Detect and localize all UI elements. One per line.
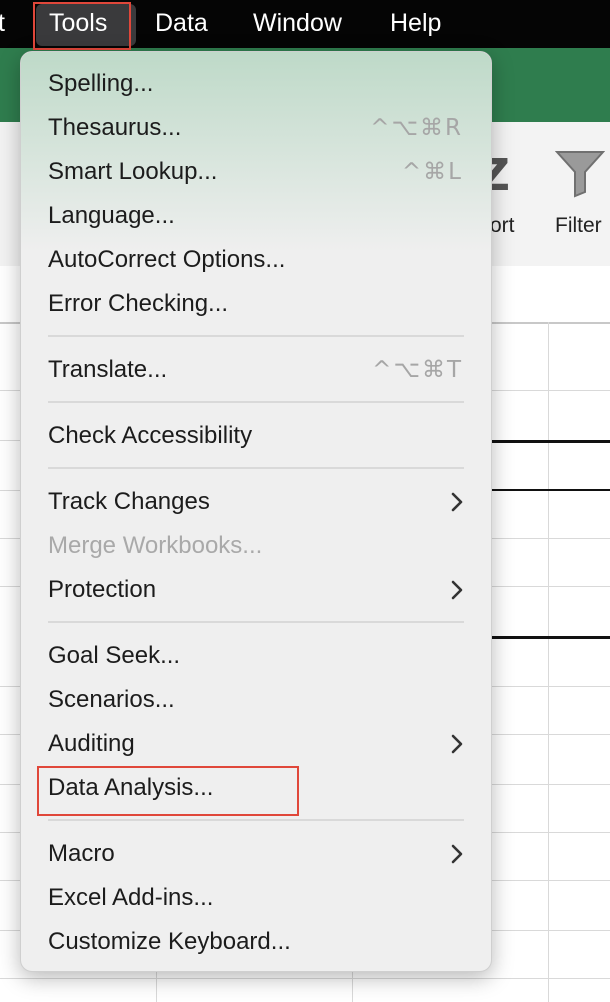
grid-line <box>548 322 549 1002</box>
shortcut-label: ^⌘L <box>401 159 463 185</box>
menu-item-excel-add-ins[interactable]: Excel Add-ins... <box>21 876 491 920</box>
menu-item-label: Scenarios... <box>48 686 175 713</box>
menu-item-merge-workbooks: Merge Workbooks... <box>21 524 491 568</box>
menu-item-label: Check Accessibility <box>48 422 253 449</box>
grid-line <box>0 978 610 979</box>
menu-item-thesaurus[interactable]: Thesaurus... ^⌥⌘R <box>21 106 491 150</box>
data-analysis-highlight-box <box>37 766 299 816</box>
menu-separator <box>48 621 464 623</box>
chevron-right-icon <box>451 580 463 600</box>
menu-item-auditing[interactable]: Auditing <box>21 722 491 766</box>
shortcut-label: ^⌥⌘T <box>372 357 463 383</box>
menu-separator <box>48 819 464 821</box>
menu-separator <box>48 467 464 469</box>
menu-separator <box>48 335 464 337</box>
menu-item-scenarios[interactable]: Scenarios... <box>21 678 491 722</box>
menu-item-label: Translate... <box>48 356 168 383</box>
menu-item-label: Thesaurus... <box>48 114 182 141</box>
menu-item-label: AutoCorrect Options... <box>48 246 286 273</box>
tools-highlight-box <box>33 2 131 50</box>
menu-item-error-checking[interactable]: Error Checking... <box>21 282 491 326</box>
menu-item-customize-keyboard[interactable]: Customize Keyboard... <box>21 920 491 964</box>
menu-item-check-accessibility[interactable]: Check Accessibility <box>21 414 491 458</box>
menu-item-label: Merge Workbooks... <box>48 532 263 559</box>
menu-item-macro[interactable]: Macro <box>21 832 491 876</box>
menu-item-language[interactable]: Language... <box>21 194 491 238</box>
filter-icon[interactable] <box>555 148 605 198</box>
menu-item-label: Smart Lookup... <box>48 158 218 185</box>
chevron-right-icon <box>451 734 463 754</box>
chevron-right-icon <box>451 844 463 864</box>
shortcut-label: ^⌥⌘R <box>370 115 463 141</box>
menu-item-goal-seek[interactable]: Goal Seek... <box>21 634 491 678</box>
filter-button-label[interactable]: Filter <box>555 214 602 238</box>
menu-item-protection[interactable]: Protection <box>21 568 491 612</box>
menubar-item-data[interactable]: Data <box>155 0 208 48</box>
menu-item-label: Spelling... <box>48 70 154 97</box>
menu-item-translate[interactable]: Translate... ^⌥⌘T <box>21 348 491 392</box>
menu-item-autocorrect[interactable]: AutoCorrect Options... <box>21 238 491 282</box>
menu-item-label: Goal Seek... <box>48 642 181 669</box>
menu-item-track-changes[interactable]: Track Changes <box>21 480 491 524</box>
menu-item-label: Macro <box>48 840 115 867</box>
menu-separator <box>48 401 464 403</box>
sort-button-label[interactable]: ort <box>490 214 515 238</box>
cell-border <box>492 489 610 491</box>
menu-item-label: Customize Keyboard... <box>48 928 291 955</box>
menu-item-label: Language... <box>48 202 175 229</box>
menu-item-label: Error Checking... <box>48 290 229 317</box>
menu-item-smart-lookup[interactable]: Smart Lookup... ^⌘L <box>21 150 491 194</box>
cell-border-thick <box>492 440 610 443</box>
menu-item-label: Protection <box>48 576 157 603</box>
menubar-item-window[interactable]: Window <box>253 0 342 48</box>
tools-menu: Spelling... Thesaurus... ^⌥⌘R Smart Look… <box>20 51 492 972</box>
menu-item-spelling[interactable]: Spelling... <box>21 62 491 106</box>
menu-item-label: Track Changes <box>48 488 210 515</box>
menu-item-label: Auditing <box>48 730 135 757</box>
menubar-item-help[interactable]: Help <box>390 0 441 48</box>
chevron-right-icon <box>451 492 463 512</box>
menubar-item-partial[interactable]: t <box>0 0 5 48</box>
menu-item-label: Excel Add-ins... <box>48 884 214 911</box>
cell-border-thick <box>492 636 610 639</box>
